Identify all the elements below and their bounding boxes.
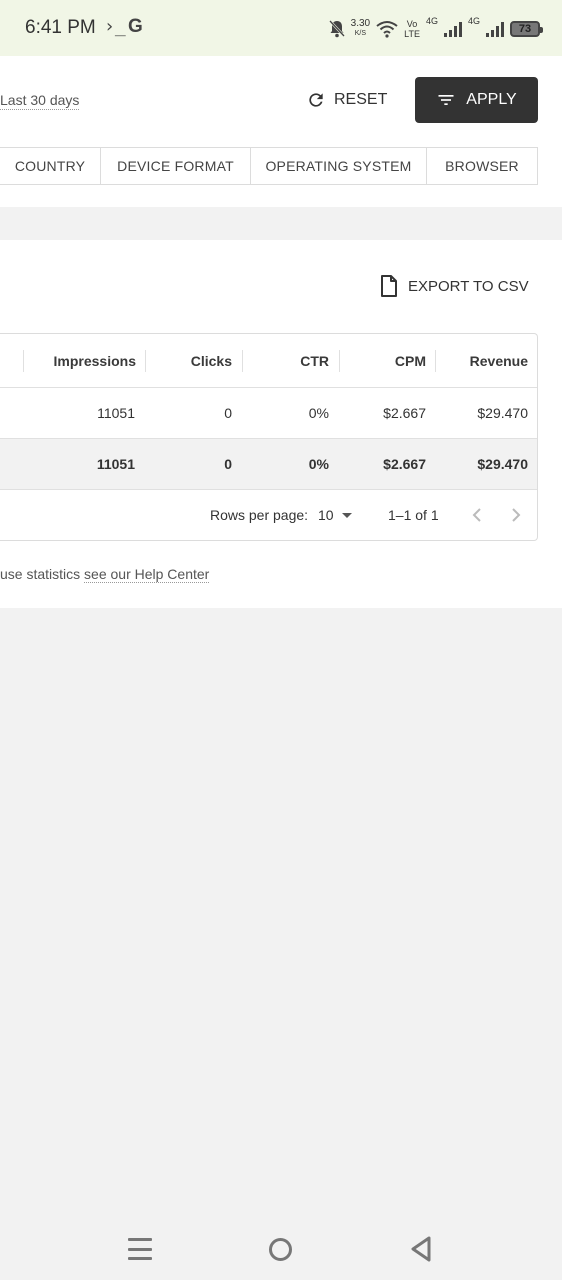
reset-button[interactable]: RESET xyxy=(306,86,387,114)
apply-label: APPLY xyxy=(466,91,517,108)
next-page-button[interactable] xyxy=(506,503,526,527)
status-time: 6:41 PM xyxy=(25,17,96,38)
column-header-cpm[interactable]: CPM xyxy=(345,334,426,387)
caret-down-icon xyxy=(341,512,352,518)
filter-toolbar: Last 30 days RESET APPLY COUNTRY DEVICE … xyxy=(0,56,562,207)
help-note: use statistics see our Help Center xyxy=(0,566,210,583)
home-button[interactable] xyxy=(269,1238,292,1261)
tab-operating-system[interactable]: OPERATING SYSTEM xyxy=(251,148,427,184)
file-icon xyxy=(381,275,397,297)
back-button[interactable] xyxy=(410,1236,432,1262)
total-revenue: $29.470 xyxy=(477,456,528,472)
rows-per-page-value: 10 xyxy=(318,507,334,523)
total-ctr: 0% xyxy=(308,456,329,472)
speed-unit: K/S xyxy=(354,30,367,37)
signal-icon-2 xyxy=(486,21,504,37)
total-impressions: 11051 xyxy=(96,456,135,472)
tab-device-format[interactable]: DEVICE FORMAT xyxy=(101,148,251,184)
previous-page-button[interactable] xyxy=(467,503,487,527)
volte-indicator: Vo LTE xyxy=(404,19,420,39)
table-pagination: Rows per page: 10 1–1 of 1 xyxy=(0,490,537,541)
cell-cpm: $2.667 xyxy=(383,405,426,421)
rows-per-page-label: Rows per page: xyxy=(210,507,309,523)
column-separator xyxy=(242,350,243,372)
system-nav-bar xyxy=(0,1220,562,1280)
column-separator xyxy=(145,350,146,372)
dimension-tabs: COUNTRY DEVICE FORMAT OPERATING SYSTEM B… xyxy=(0,147,538,185)
menu-line xyxy=(128,1257,152,1260)
speed-value: 3.30 xyxy=(350,18,371,29)
chevron-left-icon xyxy=(472,508,481,522)
apply-button[interactable]: APPLY xyxy=(415,77,538,123)
menu-line xyxy=(128,1238,152,1241)
status-icons: 3.30 K/S Vo LTE 4G 4G 73 xyxy=(328,16,543,42)
battery-icon: 73 xyxy=(510,21,543,37)
export-csv-button[interactable]: EXPORT TO CSV xyxy=(380,275,529,297)
volte-top: Vo xyxy=(406,19,418,29)
google-icon: G xyxy=(128,16,143,37)
wifi-icon xyxy=(376,21,398,38)
rows-per-page-select[interactable]: 10 xyxy=(318,507,352,523)
report-card: EXPORT TO CSV Impressions Clicks CTR CPM… xyxy=(0,240,562,608)
chevron-right-icon xyxy=(512,508,521,522)
volte-bottom: LTE xyxy=(404,29,420,39)
network-speed: 3.30 K/S xyxy=(351,19,370,39)
cell-ctr: 0% xyxy=(308,405,329,421)
column-header-ctr[interactable]: CTR xyxy=(248,334,329,387)
terminal-icon: ›_ xyxy=(104,16,126,37)
cell-impressions: 11051 xyxy=(97,405,135,421)
date-range-selector[interactable]: Last 30 days xyxy=(0,92,80,110)
report-table: Impressions Clicks CTR CPM Revenue 11051… xyxy=(0,333,538,541)
total-clicks: 0 xyxy=(224,456,232,472)
battery-level: 73 xyxy=(518,23,532,35)
column-separator xyxy=(435,350,436,372)
reset-label: RESET xyxy=(334,91,388,108)
total-cpm: $2.667 xyxy=(383,456,426,472)
refresh-icon xyxy=(309,93,323,107)
network-type-2: 4G xyxy=(467,16,480,26)
cell-clicks: 0 xyxy=(224,405,232,421)
tab-country[interactable]: COUNTRY xyxy=(0,148,101,184)
bell-off-icon xyxy=(328,20,345,38)
cell-revenue: $29.470 xyxy=(477,405,528,421)
table-total-row: 11051 0 0% $2.667 $29.470 xyxy=(0,439,537,490)
table-header-row: Impressions Clicks CTR CPM Revenue xyxy=(0,334,537,388)
menu-line xyxy=(128,1247,152,1251)
column-separator xyxy=(339,350,340,372)
tab-browser[interactable]: BROWSER xyxy=(427,148,537,184)
filter-icon xyxy=(438,95,454,105)
help-prefix: use statistics xyxy=(0,566,85,582)
column-header-revenue[interactable]: Revenue xyxy=(441,334,528,387)
signal-icon xyxy=(443,21,462,37)
pagination-range: 1–1 of 1 xyxy=(388,507,439,523)
status-bar: 6:41 PM ›_ G 3.30 K/S Vo LTE 4G 4G 73 xyxy=(0,0,562,56)
column-header-clicks[interactable]: Clicks xyxy=(150,334,232,387)
help-center-link[interactable]: see our Help Center xyxy=(84,566,210,583)
table-row: 11051 0 0% $2.667 $29.470 xyxy=(0,388,537,439)
column-separator xyxy=(23,350,24,372)
column-header-impressions[interactable]: Impressions xyxy=(30,334,136,387)
network-type-1: 4G xyxy=(425,16,438,26)
export-label: EXPORT TO CSV xyxy=(408,277,529,295)
recent-apps-button[interactable] xyxy=(128,1238,152,1260)
